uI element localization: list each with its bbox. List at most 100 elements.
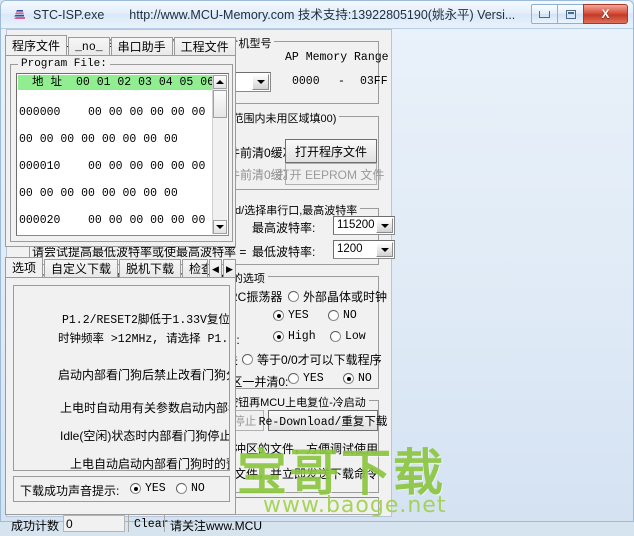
tab-offline-download-label: 脱机下载 <box>126 262 175 276</box>
scroll-thumb[interactable] <box>213 90 227 118</box>
tab-offline-download[interactable]: 脱机下载 <box>119 259 182 278</box>
options-line-2: 启动内部看门狗后禁止改看门狗分 <box>58 368 230 382</box>
hex-header-columns: 00 01 02 03 04 05 06 0 <box>76 76 213 89</box>
client-area: Step1/步骤1: Select MCU Type 选择单片机型号 MCU T… <box>5 29 631 533</box>
hex-row-cont: 00 00 00 00 00 00 00 00 <box>19 187 212 201</box>
step4-row-3-option-2-label: 等于0/0才可以下载程序 <box>257 353 382 367</box>
chevron-down-icon[interactable] <box>376 218 393 233</box>
radio-icon <box>330 331 341 342</box>
sound-notify-label: 下载成功声音提示: <box>20 484 120 498</box>
sound-notify-no[interactable]: NO <box>176 482 205 495</box>
step4-row-0-option-2[interactable]: 外部晶体或时钟 <box>288 288 387 305</box>
radio-icon <box>288 373 299 384</box>
hex-row-cont: 00 00 00 00 00 00 00 00 <box>19 133 212 147</box>
hex-row: 000000 00 00 00 00 00 00 00 0 <box>19 106 212 120</box>
step4-row-4-option-2-label: NO <box>358 372 372 385</box>
bottom-tabstrip: 选项 自定义下载 脱机下载 检查 ◀ ▶ <box>5 257 239 278</box>
chevron-down-icon[interactable] <box>376 242 393 257</box>
step4-row-2-option-2-label: Low <box>345 330 366 343</box>
success-count-label: 成功计数 <box>11 519 60 533</box>
radio-icon <box>130 483 141 494</box>
open-eeprom-file-button[interactable]: 打开 EEPROM 文件 <box>278 163 384 185</box>
open-eeprom-file-label: 打开 EEPROM 文件 <box>277 167 385 182</box>
step4-row-1-option-1[interactable]: YES <box>273 309 309 322</box>
options-line-0: P1.2/RESET2脚低于1.33V复位,固 <box>62 314 230 327</box>
radio-icon <box>273 331 284 342</box>
max-baud-combo[interactable]: 115200 <box>333 216 395 235</box>
right-panel: 程序文件 _no_ 串口助手 工程文件 Program File: 地 址 00… <box>5 29 239 517</box>
chevron-down-icon[interactable] <box>252 74 269 90</box>
window-title: STC-ISP.exe http://www.MCU-Memory.com 技术… <box>33 6 515 24</box>
minimize-icon <box>539 10 550 18</box>
tab-no[interactable]: _no_ <box>68 37 110 56</box>
maximize-button[interactable] <box>557 4 584 24</box>
options-line-1: 时钟频率 >12MHz, 请选择 P1.2/ <box>58 333 230 346</box>
tab-custom-download[interactable]: 自定义下载 <box>44 259 119 278</box>
hex-scrollbar[interactable] <box>212 75 227 234</box>
program-file-pane: Program File: 地 址 00 01 02 03 04 05 06 0 … <box>5 55 236 247</box>
open-program-file-button[interactable]: 打开程序文件 <box>285 139 377 163</box>
min-baud-combo[interactable]: 1200 <box>333 240 395 259</box>
step4-row-1-option-2[interactable]: NO <box>328 309 357 322</box>
status-separator-2 <box>164 515 165 532</box>
radio-icon <box>288 291 299 302</box>
sound-notify-no-label: NO <box>191 482 205 495</box>
options-line-4: Idle(空闲)状态时内部看门狗停止 <box>60 429 230 443</box>
window-controls: X <box>531 4 628 25</box>
max-baud-label: 最高波特率: <box>252 221 316 235</box>
radio-icon <box>328 310 339 321</box>
step4-row-1-option-1-label: YES <box>288 309 309 322</box>
tab-check[interactable]: 检查 <box>182 259 209 278</box>
tab-serial-assistant-label: 串口助手 <box>117 40 166 54</box>
hex-row-bytes-cont: 00 00 00 00 00 00 00 00 <box>19 186 178 200</box>
tab-options-label: 选项 <box>12 261 37 275</box>
window-title-text: http://www.MCU-Memory.com 技术支持:139228051… <box>129 8 516 22</box>
step4-row-2-option-1[interactable]: High <box>273 330 316 343</box>
step4-row-0-option-2-label: 外部晶体或时钟 <box>303 290 388 304</box>
tab-project-file[interactable]: 工程文件 <box>173 37 236 56</box>
tab-program-file[interactable]: 程序文件 <box>5 35 68 56</box>
radio-icon <box>242 354 253 365</box>
ap-range-end: 03FF <box>360 75 388 88</box>
tabs-scroll-right-button[interactable]: ▶ <box>222 259 236 278</box>
tab-options[interactable]: 选项 <box>5 257 44 278</box>
chevron-left-icon: ◀ <box>212 264 219 274</box>
status-bar: 成功计数 Clear 请关注www.MCU <box>6 515 392 536</box>
redownload-button-label: Re-Download/重复下载 <box>258 415 388 429</box>
top-tabstrip: 程序文件 _no_ 串口助手 工程文件 <box>5 35 239 56</box>
program-file-group: Program File: 地 址 00 01 02 03 04 05 06 0 … <box>10 58 233 242</box>
options-line-5: 上电自动启动内部看门狗时的预分 <box>70 457 229 471</box>
hex-row-bytes: 00 00 00 00 00 00 00 0 <box>88 159 206 173</box>
max-baud-value: 115200 <box>337 219 375 231</box>
scroll-down-button[interactable] <box>213 220 227 234</box>
success-count-input[interactable] <box>63 515 125 532</box>
hex-header: 地 址 00 01 02 03 04 05 06 0 <box>18 75 213 90</box>
app-name-label: STC-ISP.exe <box>33 8 105 22</box>
tab-check-label: 检查 <box>189 262 207 276</box>
hex-body: 000000 00 00 00 00 00 00 00 0 00 00 00 0… <box>19 92 212 233</box>
sound-notify-yes-label: YES <box>145 482 166 495</box>
tab-custom-download-label: 自定义下载 <box>51 262 112 276</box>
hex-row-address: 000010 <box>19 159 61 173</box>
redownload-button[interactable]: Re-Download/重复下载 <box>259 410 387 431</box>
minimize-button[interactable] <box>531 4 558 24</box>
step4-row-2-option-2[interactable]: Low <box>330 330 366 343</box>
sound-notify-yes[interactable]: YES <box>130 482 166 495</box>
close-button[interactable]: X <box>583 4 628 24</box>
radio-icon <box>176 483 187 494</box>
close-icon: X <box>601 7 610 21</box>
chevron-right-icon: ▶ <box>225 264 233 274</box>
hex-view[interactable]: 地 址 00 01 02 03 04 05 06 0 000000 00 00 0… <box>16 73 229 236</box>
step4-row-4-option-1[interactable]: YES <box>288 372 324 385</box>
ap-range-start: 0000 <box>292 75 320 88</box>
options-line-3: 上电时自动用有关参数启动内部看 <box>60 401 230 415</box>
tab-serial-assistant[interactable]: 串口助手 <box>110 37 173 56</box>
tabs-scroll-left-button[interactable]: ◀ <box>209 259 222 278</box>
step4-row-4-option-2[interactable]: NO <box>343 372 372 385</box>
hex-row-bytes: 00 00 00 00 00 00 00 0 <box>88 213 206 227</box>
min-baud-label: 最低波特率: <box>252 245 316 259</box>
options-pane: P1.2/RESET2脚低于1.33V复位,固 时钟频率 >12MHz, 请选择… <box>5 277 236 515</box>
hex-row: 000010 00 00 00 00 00 00 00 0 <box>19 160 212 174</box>
scroll-up-button[interactable] <box>213 75 227 89</box>
step4-row-3-option-2[interactable]: 等于0/0才可以下载程序 <box>242 351 382 368</box>
